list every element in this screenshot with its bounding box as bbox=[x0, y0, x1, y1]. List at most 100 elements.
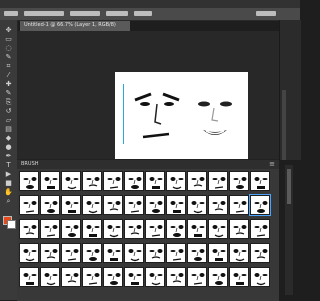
panel-scrollbar[interactable] bbox=[285, 165, 293, 295]
eraser-icon[interactable]: ▱ bbox=[4, 116, 13, 125]
brush-preset[interactable] bbox=[145, 195, 165, 215]
brush-preset[interactable] bbox=[61, 219, 81, 239]
brush-preset[interactable] bbox=[249, 194, 271, 216]
brush-preset[interactable] bbox=[82, 195, 102, 215]
brush-preset[interactable] bbox=[103, 219, 123, 239]
brush-preset[interactable] bbox=[250, 171, 270, 191]
brush-preset[interactable] bbox=[124, 267, 144, 287]
brush-preset[interactable] bbox=[166, 243, 186, 263]
brush-preset[interactable] bbox=[19, 243, 39, 263]
brush-preset[interactable] bbox=[124, 171, 144, 191]
zoom-icon[interactable]: ⌕ bbox=[4, 197, 13, 206]
brush-preset[interactable] bbox=[61, 267, 81, 287]
gradient-icon[interactable]: ▤ bbox=[4, 125, 13, 134]
brush-preset[interactable] bbox=[187, 195, 207, 215]
brush-preset[interactable] bbox=[103, 267, 123, 287]
brush-preset[interactable] bbox=[82, 243, 102, 263]
lasso-icon[interactable]: ◌ bbox=[4, 44, 13, 53]
brush-preset[interactable] bbox=[208, 243, 228, 263]
option-control[interactable] bbox=[106, 11, 128, 16]
brush-preset[interactable] bbox=[124, 243, 144, 263]
brush-preset[interactable] bbox=[19, 267, 39, 287]
hand-icon[interactable]: ✋ bbox=[4, 188, 13, 197]
face-photo-right bbox=[198, 101, 232, 135]
brush-preset[interactable] bbox=[61, 195, 81, 215]
brush-preset[interactable] bbox=[145, 267, 165, 287]
marquee-icon[interactable]: ▭ bbox=[4, 35, 13, 44]
brush-preset[interactable] bbox=[229, 219, 249, 239]
options-bar bbox=[0, 8, 300, 21]
brush-preset[interactable] bbox=[166, 195, 186, 215]
brush-preset[interactable] bbox=[19, 219, 39, 239]
brush-preset[interactable] bbox=[82, 267, 102, 287]
background-color-swatch[interactable] bbox=[7, 220, 16, 229]
brush-preset[interactable] bbox=[166, 219, 186, 239]
brush-preset[interactable] bbox=[250, 267, 270, 287]
crop-icon[interactable]: ⌗ bbox=[4, 62, 13, 71]
brush-preset[interactable] bbox=[229, 195, 249, 215]
scroll-thumb[interactable] bbox=[282, 90, 286, 160]
brush-preset[interactable] bbox=[124, 219, 144, 239]
brush-preset[interactable] bbox=[103, 243, 123, 263]
brush-preset[interactable] bbox=[124, 195, 144, 215]
pen-icon[interactable]: ✒ bbox=[4, 152, 13, 161]
brush-preset[interactable] bbox=[61, 243, 81, 263]
brush-preset[interactable] bbox=[187, 243, 207, 263]
brush-preset[interactable] bbox=[208, 195, 228, 215]
brush-preset[interactable] bbox=[40, 267, 60, 287]
panel-menu-icon[interactable]: ≡ bbox=[269, 160, 275, 169]
scroll-thumb[interactable] bbox=[287, 169, 291, 204]
option-control[interactable] bbox=[24, 11, 64, 16]
brush-panel: BRUSH ≡ bbox=[17, 159, 279, 301]
brush-preset[interactable] bbox=[187, 267, 207, 287]
quick-select-icon[interactable]: ✎ bbox=[4, 53, 13, 62]
dodge-icon[interactable]: ● bbox=[4, 143, 13, 152]
brush-preset[interactable] bbox=[208, 267, 228, 287]
brush-preset[interactable] bbox=[229, 171, 249, 191]
brush-preset[interactable] bbox=[61, 171, 81, 191]
clone-icon[interactable]: ⎘ bbox=[4, 98, 13, 107]
brush-preset[interactable] bbox=[208, 171, 228, 191]
brush-preset[interactable] bbox=[103, 195, 123, 215]
tools-panel: ✥ ▭ ◌ ✎ ⌗ ⁄ ✚ ✎ ⎘ ↺ ▱ ▤ ◆ ● ✒ T ▶ ■ ✋ ⌕ bbox=[0, 20, 18, 300]
brush-preset[interactable] bbox=[166, 171, 186, 191]
type-icon[interactable]: T bbox=[4, 161, 13, 170]
tool-preset-picker[interactable] bbox=[4, 11, 18, 16]
option-control[interactable] bbox=[134, 11, 152, 16]
brush-preset[interactable] bbox=[145, 171, 165, 191]
brush-preset-grid bbox=[19, 171, 277, 299]
healing-icon[interactable]: ✚ bbox=[4, 80, 13, 89]
brush-icon[interactable]: ✎ bbox=[4, 89, 13, 98]
brush-preset[interactable] bbox=[40, 171, 60, 191]
brush-preset[interactable] bbox=[250, 243, 270, 263]
guide-line bbox=[123, 84, 124, 144]
eyedropper-icon[interactable]: ⁄ bbox=[4, 71, 13, 80]
brush-preset[interactable] bbox=[166, 267, 186, 287]
brush-preset[interactable] bbox=[19, 171, 39, 191]
brush-preset[interactable] bbox=[229, 243, 249, 263]
workspace-switcher[interactable] bbox=[256, 11, 276, 16]
brush-preset[interactable] bbox=[82, 219, 102, 239]
blur-icon[interactable]: ◆ bbox=[4, 134, 13, 143]
brush-preset[interactable] bbox=[250, 219, 270, 239]
brush-preset[interactable] bbox=[145, 243, 165, 263]
brush-preset[interactable] bbox=[82, 171, 102, 191]
brush-preset[interactable] bbox=[145, 219, 165, 239]
brush-preset[interactable] bbox=[19, 195, 39, 215]
brush-preset[interactable] bbox=[208, 219, 228, 239]
brush-preset[interactable] bbox=[187, 171, 207, 191]
history-brush-icon[interactable]: ↺ bbox=[4, 107, 13, 116]
option-control[interactable] bbox=[70, 11, 100, 16]
shape-icon[interactable]: ■ bbox=[4, 179, 13, 188]
right-scroll-area bbox=[279, 20, 301, 160]
brush-preset[interactable] bbox=[40, 195, 60, 215]
document-canvas[interactable] bbox=[115, 72, 248, 159]
brush-preset[interactable] bbox=[40, 243, 60, 263]
document-tab[interactable]: Untitled-1 @ 66.7% (Layer 1, RGB/8) bbox=[20, 21, 130, 31]
path-select-icon[interactable]: ▶ bbox=[4, 170, 13, 179]
brush-preset[interactable] bbox=[229, 267, 249, 287]
move-icon[interactable]: ✥ bbox=[4, 26, 13, 35]
brush-preset[interactable] bbox=[103, 171, 123, 191]
brush-preset[interactable] bbox=[187, 219, 207, 239]
brush-preset[interactable] bbox=[40, 219, 60, 239]
